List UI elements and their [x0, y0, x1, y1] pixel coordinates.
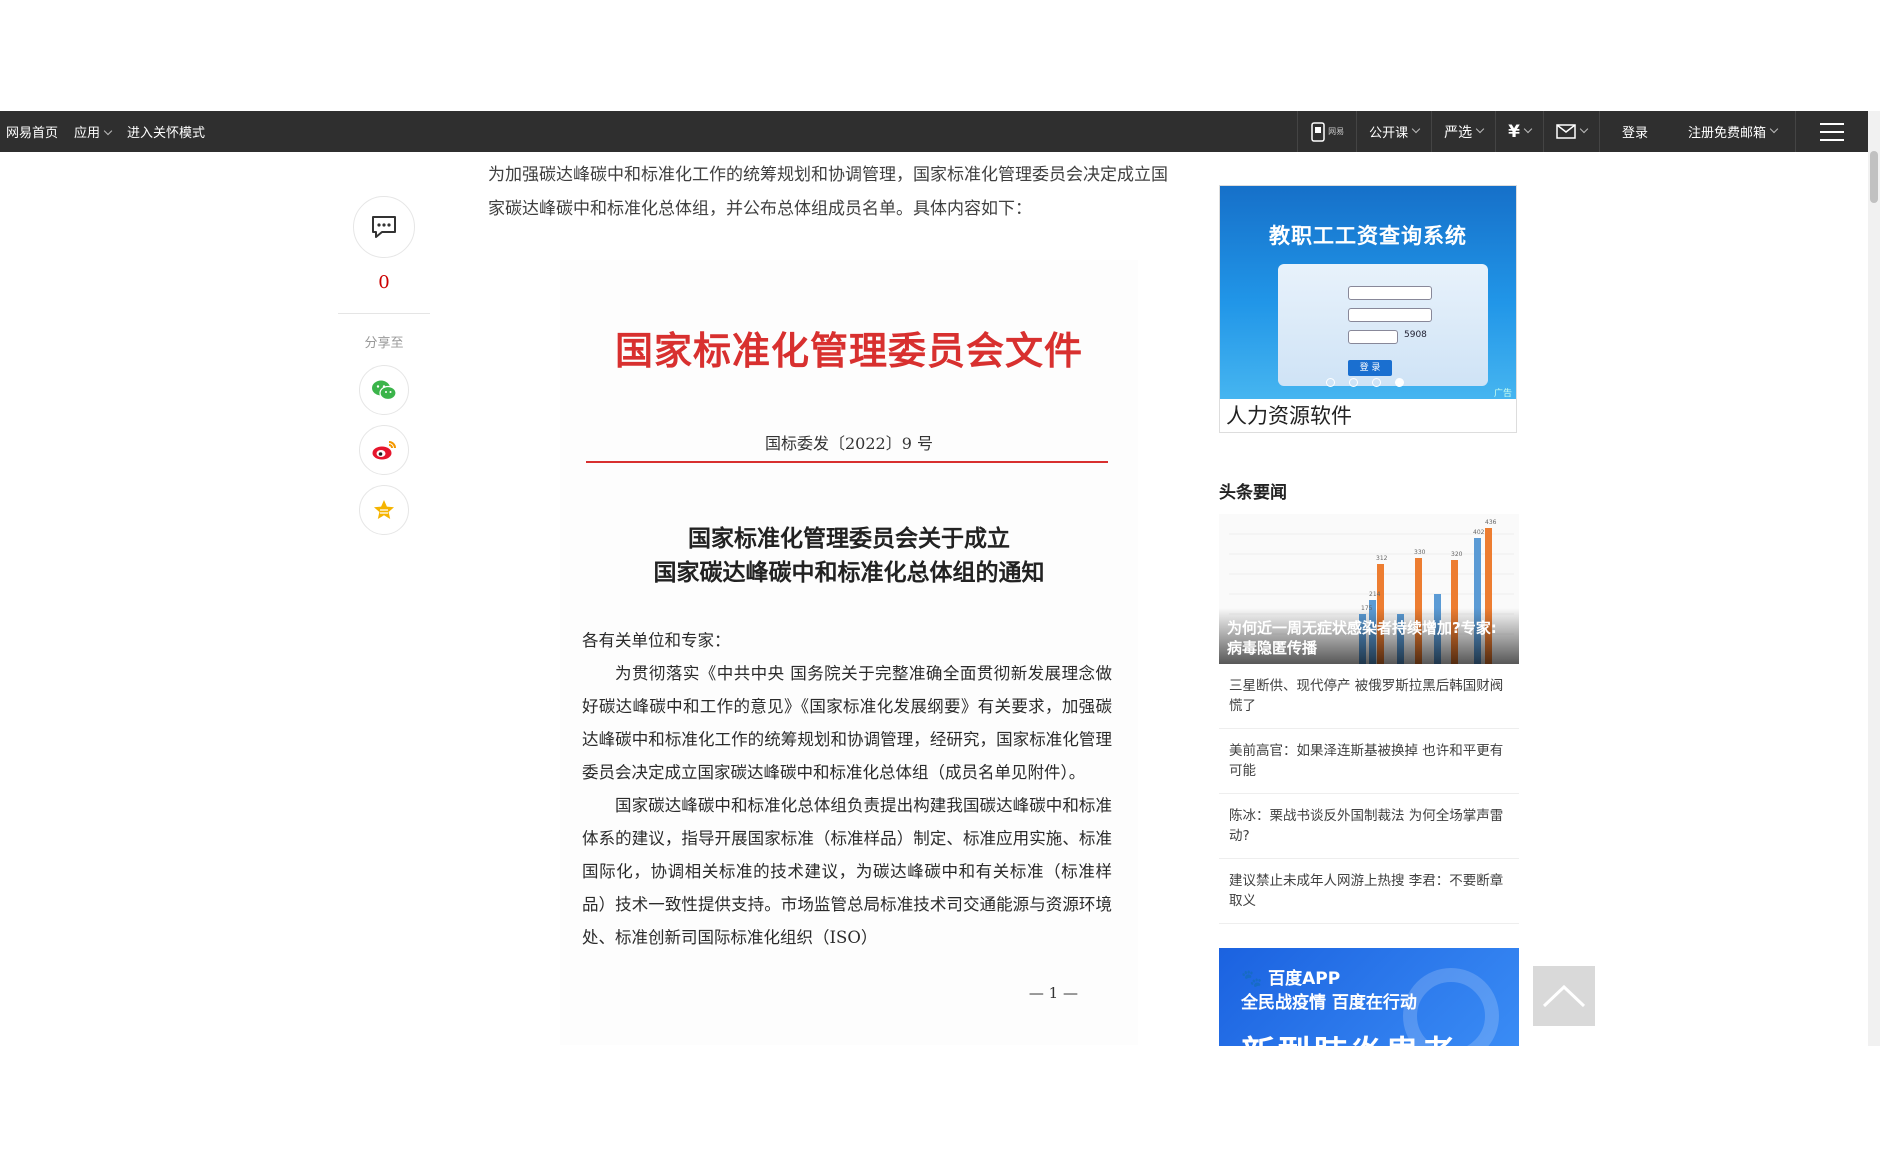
carousel-dot[interactable] — [1326, 378, 1335, 387]
doc-header: 国家标准化管理委员会文件 — [614, 328, 1083, 373]
login-link[interactable]: 登录 — [1598, 111, 1670, 152]
share-column: 0 分享至 — [338, 196, 430, 545]
wechat-icon — [372, 380, 397, 401]
baidu-brand-label: 百度APP — [1268, 969, 1341, 989]
comment-button[interactable] — [353, 196, 415, 258]
nav-apps-label: 应用 — [74, 126, 101, 141]
register-label: 注册免费邮箱 — [1687, 126, 1766, 141]
ad-login-btn: 登 录 — [1348, 360, 1392, 376]
baidu-ad[interactable]: 🐾 百度APP 全民战疫情 百度在行动 新型肺炎患者 — [1219, 948, 1519, 1046]
scrollbar-thumb[interactable] — [1870, 151, 1878, 203]
article-intro: 为加强碳达峰碳中和标准化工作的统筹规划和协调管理，国家标准化管理委员会决定成立国… — [488, 165, 1168, 219]
doc-red-divider — [586, 461, 1108, 463]
ad-tag[interactable]: 广告 — [1494, 386, 1512, 399]
document-image: 国家标准化管理委员会文件 国标委发〔2022〕9 号 国家标准化管理委员会关于成… — [560, 260, 1138, 1045]
ad-field-3 — [1348, 330, 1398, 344]
chart-label: 214 — [1369, 591, 1381, 598]
doc-paragraph-1: 为贯彻落实《中共中央 国务院关于完整准确全面贯彻新发展理念做好碳达峰碳中和工作的… — [582, 664, 1112, 782]
baidu-paw-icon: 🐾 — [1241, 969, 1263, 989]
open-course-menu[interactable]: 公开课 — [1356, 111, 1431, 152]
doc-body: 各有关单位和专家： 为贯彻落实《中共中央 国务院关于完整准确全面贯彻新发展理念做… — [582, 624, 1112, 954]
ad-banner-title: 教职工工资查询系统 — [1269, 224, 1467, 248]
nav-apps-menu[interactable]: 应用 — [74, 122, 113, 141]
chart-label: 402 — [1473, 529, 1485, 536]
list-item[interactable]: 美前高官：如果泽连斯基被换掉 也许和平更有可能 — [1219, 729, 1519, 794]
ad-carousel-dots — [1326, 378, 1404, 387]
doc-title-line2: 国家碳达峰碳中和标准化总体组的通知 — [653, 559, 1045, 586]
page-scrollbar[interactable] — [1868, 111, 1880, 1046]
doc-title: 国家标准化管理委员会关于成立 国家碳达峰碳中和标准化总体组的通知 — [560, 522, 1138, 590]
hamburger-icon — [1820, 122, 1844, 141]
top-nav-right: 网易 公开课 严选 ¥ 登录 注册免费邮箱 — [1297, 111, 1868, 152]
ad-captcha: 5908 — [1404, 330, 1427, 340]
baidu-ad-brand: 🐾 百度APP — [1241, 964, 1340, 989]
chart-label: 330 — [1414, 549, 1426, 556]
chevron-down-icon — [1475, 124, 1485, 133]
list-item[interactable]: 三星断供、现代停产 被俄罗斯拉黑后韩国财阀慌了 — [1219, 664, 1519, 729]
doc-number: 国标委发〔2022〕9 号 — [765, 434, 933, 453]
weibo-icon — [372, 441, 396, 460]
share-divider — [338, 313, 430, 314]
chevron-down-icon — [1769, 124, 1779, 133]
lead-news-caption[interactable]: 为何近一周无症状感染者持续增加?专家:病毒隐匿传播 — [1227, 618, 1509, 658]
lead-news-card[interactable]: 175 214 312 330 320 402 436 为何近一周无症状感染者持… — [1219, 514, 1519, 664]
ad-banner-image[interactable]: 教职工工资查询系统 5908 登 录 广告 — [1220, 186, 1516, 399]
favorite-button[interactable] — [359, 485, 409, 535]
chevron-down-icon — [1523, 124, 1533, 133]
mobile-app-button[interactable]: 网易 — [1297, 111, 1356, 152]
hamburger-menu-button[interactable] — [1795, 111, 1868, 152]
sidebar-ad[interactable]: 教职工工资查询系统 5908 登 录 广告 人力资源软件 — [1219, 185, 1517, 433]
phone-label: 网易 — [1328, 127, 1345, 136]
login-label: 登录 — [1621, 126, 1648, 141]
chart-label: 320 — [1451, 551, 1463, 558]
open-course-label: 公开课 — [1369, 126, 1409, 141]
mail-menu[interactable] — [1542, 111, 1599, 152]
chevron-down-icon — [1579, 124, 1589, 133]
section-title: 头条要闻 — [1219, 483, 1287, 503]
chart-label: 436 — [1485, 519, 1497, 526]
ad-caption[interactable]: 人力资源软件 — [1226, 400, 1352, 430]
yuan-icon: ¥ — [1508, 121, 1520, 142]
nav-care-mode-link[interactable]: 进入关怀模式 — [127, 122, 205, 141]
payment-menu[interactable]: ¥ — [1495, 111, 1543, 152]
chevron-down-icon — [1411, 124, 1421, 133]
doc-title-line1: 国家标准化管理委员会关于成立 — [688, 525, 1010, 552]
yanxuan-menu[interactable]: 严选 — [1431, 111, 1495, 152]
back-to-top-button[interactable] — [1533, 966, 1595, 1026]
ad-login-panel: 5908 登 录 — [1278, 264, 1488, 386]
doc-paragraph-2: 国家碳达峰碳中和标准化总体组负责提出构建我国碳达峰碳中和标准体系的建议，指导开展… — [582, 796, 1112, 947]
ad-field-1 — [1348, 286, 1432, 300]
nav-home-link[interactable]: 网易首页 — [6, 122, 58, 141]
chart-label: 312 — [1376, 555, 1388, 562]
carousel-dot-active[interactable] — [1395, 378, 1404, 387]
baidu-ad-headline: 新型肺炎患者 — [1241, 1026, 1457, 1046]
favorite-star-icon — [374, 500, 394, 519]
doc-page-number: — 1 — — [1028, 984, 1078, 1002]
ad-field-2 — [1348, 308, 1432, 322]
carousel-dot[interactable] — [1372, 378, 1381, 387]
phone-icon — [1311, 121, 1325, 142]
top-nav-left: 网易首页 应用 进入关怀模式 — [6, 111, 205, 152]
list-item[interactable]: 建议禁止未成年人网游上热搜 李君：不要断章取义 — [1219, 859, 1519, 924]
comment-count[interactable]: 0 — [338, 272, 430, 293]
chevron-up-icon — [1542, 984, 1586, 1008]
news-list: 三星断供、现代停产 被俄罗斯拉黑后韩国财阀慌了 美前高官：如果泽连斯基被换掉 也… — [1219, 664, 1519, 924]
yanxuan-label: 严选 — [1444, 124, 1473, 141]
chevron-down-icon — [103, 126, 113, 136]
share-wechat-button[interactable] — [359, 365, 409, 415]
share-weibo-button[interactable] — [359, 425, 409, 475]
share-label: 分享至 — [364, 336, 404, 351]
register-mail-menu[interactable]: 注册免费邮箱 — [1670, 111, 1795, 152]
doc-salutation: 各有关单位和专家： — [582, 631, 731, 650]
top-nav-bar: 网易首页 应用 进入关怀模式 网易 公开课 严选 ¥ 登录 注册免费邮箱 — [0, 111, 1868, 152]
comment-icon — [372, 216, 396, 238]
baidu-ad-slogan: 全民战疫情 百度在行动 — [1241, 993, 1417, 1013]
carousel-dot[interactable] — [1349, 378, 1358, 387]
list-item[interactable]: 陈冰：栗战书谈反外国制裁法 为何全场掌声雷动? — [1219, 794, 1519, 859]
mail-icon — [1556, 124, 1576, 139]
